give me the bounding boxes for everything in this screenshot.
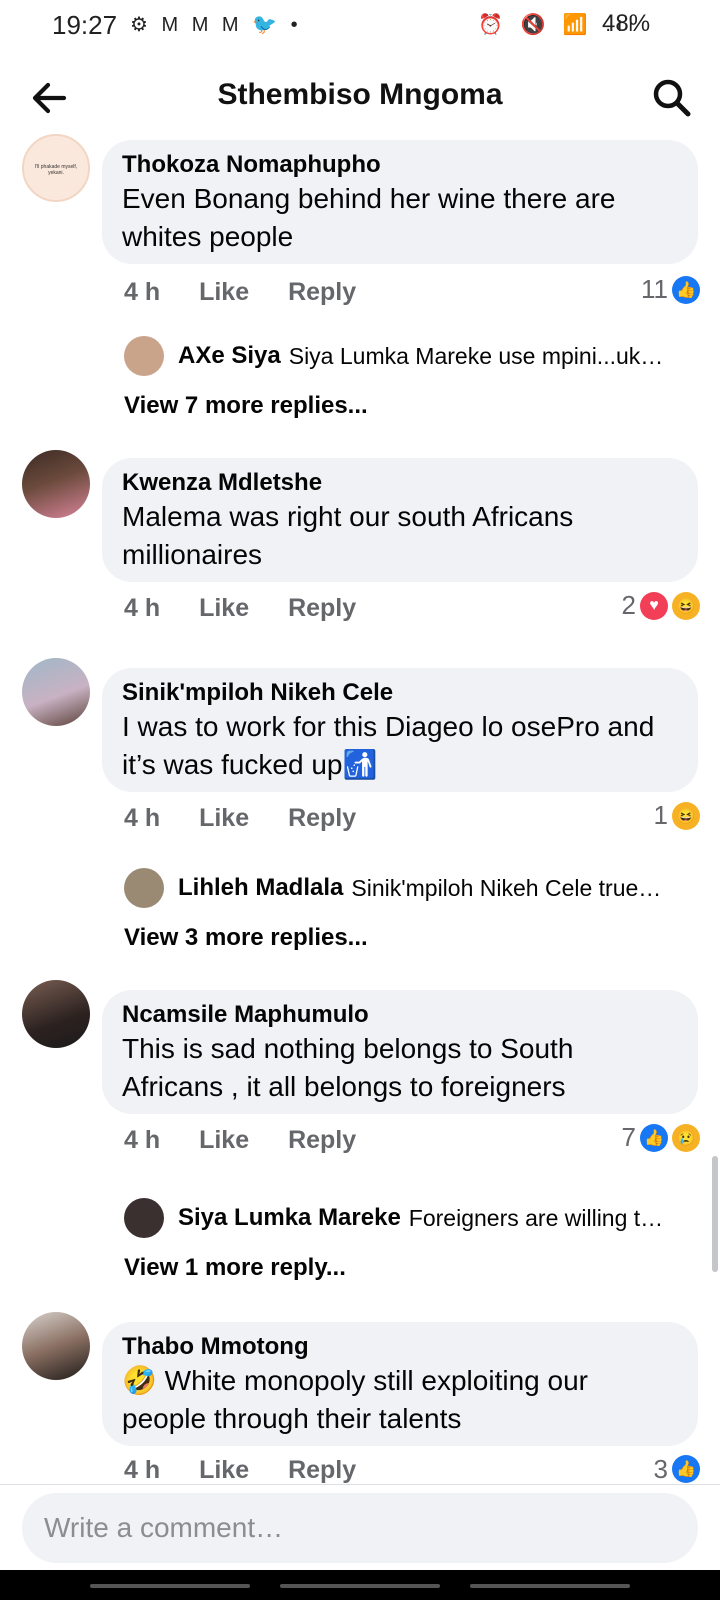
comment-actions: 4 h Like Reply: [124, 804, 388, 833]
search-button[interactable]: [650, 76, 694, 120]
reply-text: Foreigners are willing t…: [408, 1204, 664, 1231]
comment-author[interactable]: Ncamsile Maphumulo: [122, 1000, 678, 1030]
reaction-count: 7: [621, 1122, 636, 1152]
comment-text: I was to work for this Diageo lo osePro …: [122, 708, 678, 784]
comment-text: This is sad nothing belongs to South Afr…: [122, 1033, 574, 1102]
comment-actions: 4 h Like Reply: [124, 1456, 388, 1484]
avatar[interactable]: [22, 1312, 90, 1380]
reaction-count: 1: [653, 800, 668, 830]
thumbs-up-icon: 👍: [672, 275, 700, 304]
comment-text-body: White monopoly still exploiting our peop…: [122, 1365, 588, 1434]
nav-back-button[interactable]: [470, 1584, 630, 1588]
comment-time: 4 h: [124, 1456, 161, 1484]
comment-text-body: I was to work for this Diageo lo osePro …: [122, 711, 655, 780]
reaction-summary[interactable]: 7 👍 😢: [622, 1122, 700, 1153]
reply-button[interactable]: Reply: [288, 804, 356, 832]
comment-text: 🤣 White monopoly still exploiting our pe…: [122, 1362, 678, 1438]
like-button[interactable]: Like: [199, 278, 249, 306]
avatar[interactable]: I'll phakade myself, yekani.: [22, 134, 90, 202]
comment-bubble[interactable]: Kwenza Mdletshe Malema was right our sou…: [102, 458, 698, 582]
reply-author: AXe Siya: [178, 342, 281, 369]
scrollbar[interactable]: [712, 1156, 718, 1272]
comment-author[interactable]: Sinik'mpiloh Nikeh Cele: [122, 678, 678, 708]
reaction-summary[interactable]: 2 ♥ 😆: [622, 590, 700, 621]
comment-actions: 4 h Like Reply: [124, 594, 388, 623]
comment-time: 4 h: [124, 278, 161, 306]
reply-button[interactable]: Reply: [288, 1456, 356, 1484]
laugh-icon: 😆: [672, 801, 700, 830]
comment-author[interactable]: Thabo Mmotong: [122, 1332, 678, 1362]
nav-recents-button[interactable]: [90, 1584, 250, 1588]
like-button[interactable]: Like: [199, 1126, 249, 1154]
comment-author[interactable]: Thokoza Nomaphupho: [122, 150, 678, 180]
notification-icons: ⚙ M M M 🐦 •: [130, 14, 302, 36]
avatar: [124, 336, 164, 376]
thumbs-up-icon: 👍: [672, 1455, 700, 1483]
status-time: 19:27: [52, 10, 118, 40]
reaction-summary[interactable]: 3 👍: [654, 1454, 700, 1484]
view-more-replies-link[interactable]: View 7 more replies...: [124, 392, 368, 420]
heart-icon: ♥: [640, 591, 668, 620]
reaction-count: 11: [641, 274, 668, 304]
rofl-icon: 🤣: [122, 1365, 157, 1396]
comment-composer: [0, 1484, 720, 1571]
reply-preview[interactable]: Siya Lumka Mareke Foreigners are willing…: [124, 1196, 694, 1240]
nav-home-button[interactable]: [280, 1584, 440, 1588]
comment-bubble[interactable]: Ncamsile Maphumulo This is sad nothing b…: [102, 990, 698, 1114]
search-icon: [653, 79, 691, 117]
avatar[interactable]: [22, 658, 90, 726]
reply-text: Siya Lumka Mareke use mpini...uk…: [288, 342, 664, 369]
comment-actions: 4 h Like Reply: [124, 1126, 388, 1155]
reply-button[interactable]: Reply: [288, 1126, 356, 1154]
reaction-summary[interactable]: 11 👍: [641, 274, 700, 305]
reaction-count: 2: [621, 590, 636, 620]
avatar[interactable]: [22, 450, 90, 518]
status-bar: 19:27 ⚙ M M M 🐦 • ⏰ 🔇 📶 .ıl 48%: [0, 0, 720, 52]
comment-text: Malema was right our south Africans mill…: [122, 501, 574, 570]
comment-time: 4 h: [124, 804, 161, 832]
reply-author: Lihleh Madlala: [178, 874, 344, 901]
avatar[interactable]: [22, 980, 90, 1048]
reply-text: Sinik'mpiloh Nikeh Cele true…: [351, 874, 662, 901]
sad-icon: 😢: [672, 1123, 700, 1152]
avatar: [124, 1198, 164, 1238]
like-button[interactable]: Like: [199, 1456, 249, 1484]
system-navigation-bar: [0, 1570, 720, 1600]
reaction-count: 3: [653, 1454, 668, 1484]
comment-bubble[interactable]: Sinik'mpiloh Nikeh Cele I was to work fo…: [102, 668, 698, 792]
reaction-summary[interactable]: 1 😆: [654, 800, 700, 831]
page-title: Sthembiso Mngoma: [217, 78, 503, 111]
like-button[interactable]: Like: [199, 594, 249, 622]
avatar: [124, 868, 164, 908]
reply-preview[interactable]: Lihleh Madlala Sinik'mpiloh Nikeh Cele t…: [124, 866, 694, 910]
comment-time: 4 h: [124, 1126, 161, 1154]
comment-actions: 4 h Like Reply: [124, 278, 388, 307]
view-more-replies-link[interactable]: View 3 more replies...: [124, 924, 368, 952]
reply-button[interactable]: Reply: [288, 278, 356, 306]
comment-input[interactable]: [22, 1493, 698, 1563]
thumbs-up-icon: 👍: [640, 1123, 668, 1152]
battery-level: 48%: [602, 10, 651, 37]
reply-button[interactable]: Reply: [288, 594, 356, 622]
comment-bubble[interactable]: Thokoza Nomaphupho Even Bonang behind he…: [102, 140, 698, 264]
avatar-caption: I'll phakade myself, yekani.: [34, 164, 78, 176]
view-more-replies-link[interactable]: View 1 more reply...: [124, 1254, 346, 1282]
reply-preview[interactable]: AXe Siya Siya Lumka Mareke use mpini...u…: [124, 334, 694, 378]
laugh-icon: 😆: [672, 591, 700, 620]
page-header: Sthembiso Mngoma: [0, 62, 720, 136]
litter-icon: 🚮: [342, 749, 378, 780]
comment-text: Even Bonang behind her wine there are wh…: [122, 183, 616, 252]
comment-bubble[interactable]: Thabo Mmotong 🤣 White monopoly still exp…: [102, 1322, 698, 1446]
like-button[interactable]: Like: [199, 804, 249, 832]
comment-time: 4 h: [124, 594, 161, 622]
comment-author[interactable]: Kwenza Mdletshe: [122, 468, 678, 498]
reply-author: Siya Lumka Mareke: [178, 1204, 401, 1231]
